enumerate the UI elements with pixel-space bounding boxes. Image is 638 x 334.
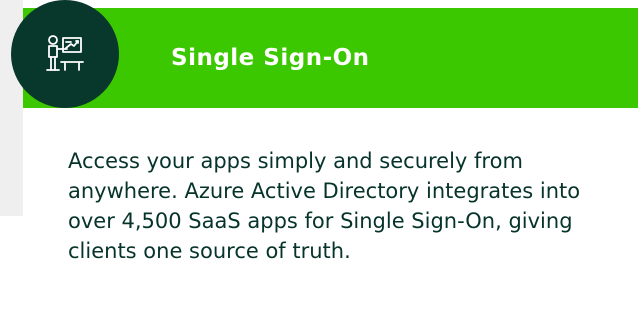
card-description: Access your apps simply and securely fro…	[68, 149, 581, 263]
card-header: Single Sign-On	[11, 0, 638, 108]
single-sign-on-card: Single Sign-On Access your apps simply a…	[11, 0, 638, 334]
card-title: Single Sign-On	[171, 45, 370, 71]
presentation-icon	[11, 0, 119, 108]
